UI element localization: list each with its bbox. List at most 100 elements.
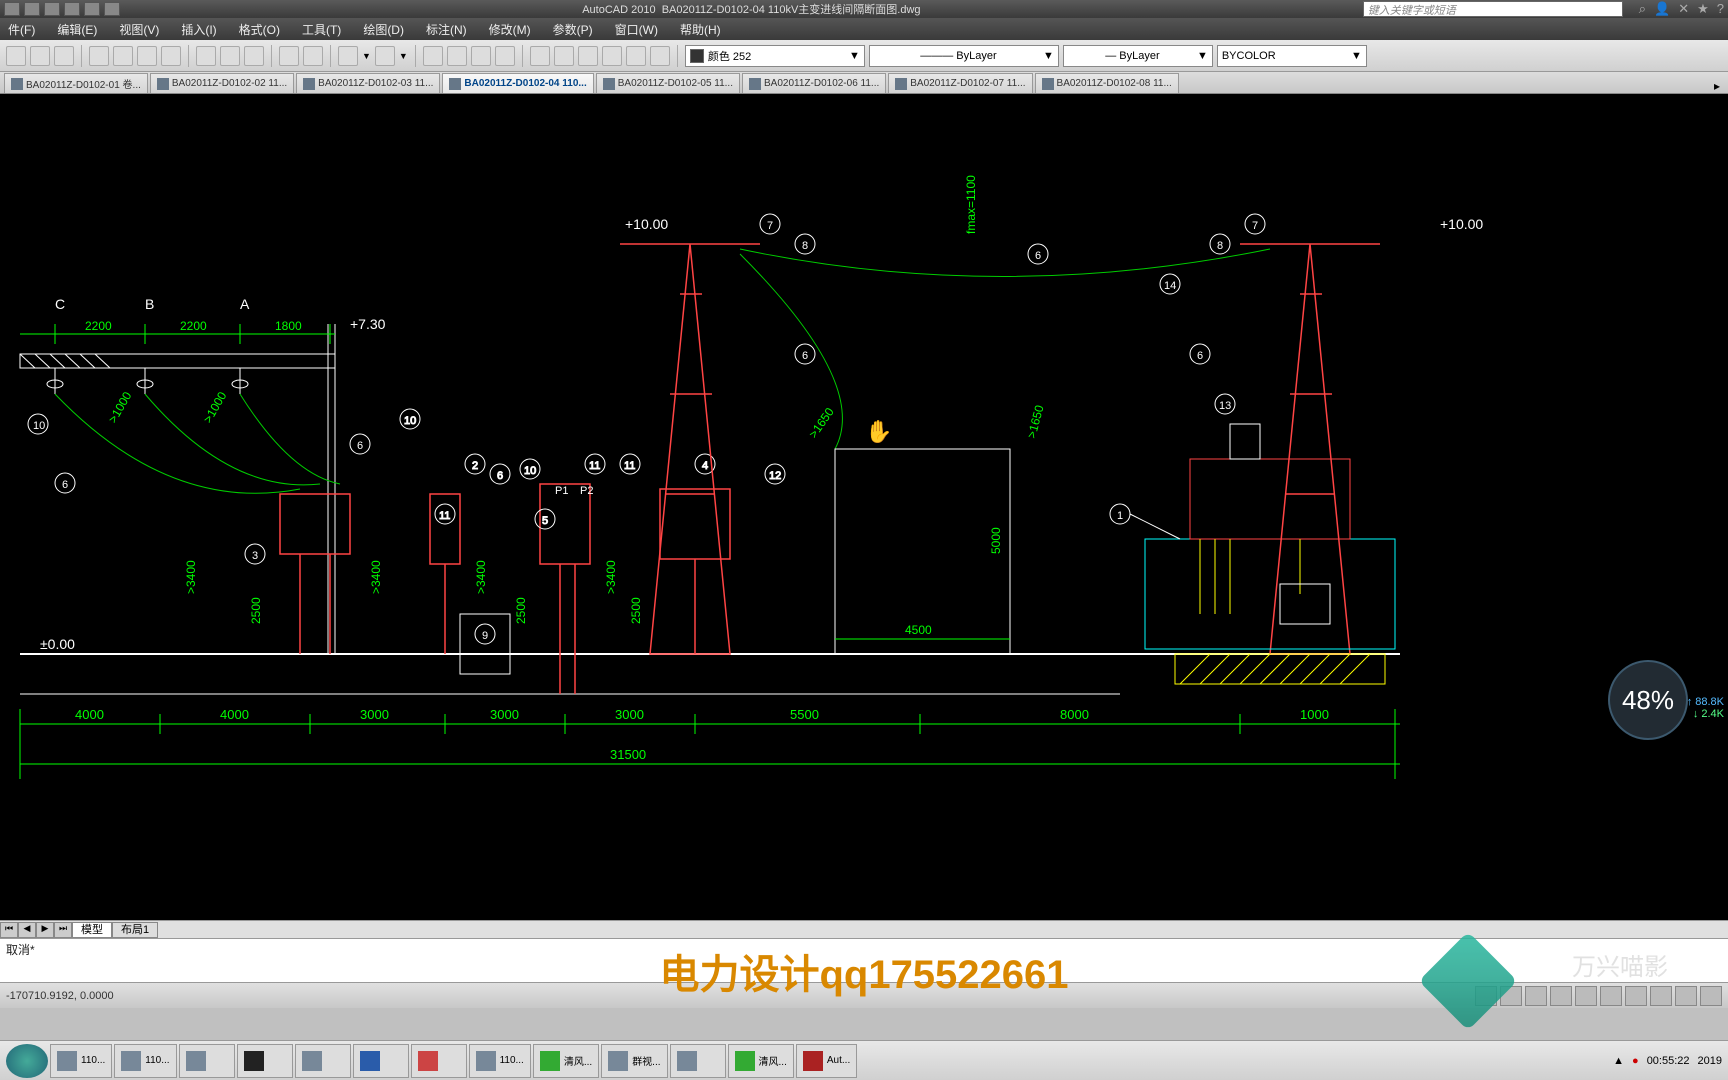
task-item[interactable]: 清风...	[728, 1044, 794, 1078]
task-item[interactable]: 清风...	[533, 1044, 599, 1078]
dyn-toggle[interactable]	[1650, 986, 1672, 1006]
publish-icon[interactable]	[137, 46, 157, 66]
doc-tab[interactable]: BA02011Z-D0102-01 卷...	[4, 73, 148, 93]
layout1-tab[interactable]: 布局1	[112, 922, 158, 938]
doc-tab[interactable]: BA02011Z-D0102-03 11...	[296, 73, 440, 93]
dwg-icon	[11, 78, 23, 90]
menu-draw[interactable]: 绘图(D)	[363, 21, 404, 38]
first-tab-icon[interactable]: ⏮	[0, 922, 18, 938]
plotstyle-dropdown[interactable]: BYCOLOR▼	[1217, 45, 1367, 67]
pan-icon[interactable]	[423, 46, 443, 66]
task-item[interactable]: 110...	[114, 1044, 176, 1078]
open-icon[interactable]	[24, 2, 40, 16]
title-bar: AutoCAD 2010 BA02011Z-D0102-04 110kV主变进线…	[0, 0, 1728, 18]
last-tab-icon[interactable]: ⏭	[54, 922, 72, 938]
menu-tools[interactable]: 工具(T)	[302, 21, 341, 38]
tabs-overflow-icon[interactable]: ▸	[1710, 79, 1724, 93]
task-item[interactable]	[295, 1044, 351, 1078]
search-icon[interactable]: ⌕	[1639, 1, 1646, 17]
exchange-icon[interactable]: ✕	[1678, 1, 1689, 17]
undo-icon[interactable]	[64, 2, 80, 16]
menu-format[interactable]: 格式(O)	[239, 21, 280, 38]
calc-icon[interactable]	[650, 46, 670, 66]
start-button[interactable]	[6, 1044, 48, 1078]
menu-view[interactable]: 视图(V)	[119, 21, 159, 38]
polar-toggle[interactable]	[1550, 986, 1572, 1006]
drawing-canvas[interactable]: ±0.00 +7.30 C B A 2200 2200 1800 10 6 3 …	[0, 94, 1728, 920]
new-doc-icon[interactable]	[6, 46, 26, 66]
task-item[interactable]	[237, 1044, 293, 1078]
doc-tab[interactable]: BA02011Z-D0102-06 11...	[742, 73, 886, 93]
tpalette-icon[interactable]	[578, 46, 598, 66]
task-item[interactable]: 110...	[469, 1044, 531, 1078]
linetype-dropdown[interactable]: ——— ByLayer▼	[869, 45, 1059, 67]
task-item[interactable]: 110...	[50, 1044, 112, 1078]
sheet-icon[interactable]	[602, 46, 622, 66]
doc-tab[interactable]: BA02011Z-D0102-02 11...	[150, 73, 294, 93]
menu-edit[interactable]: 编辑(E)	[57, 21, 97, 38]
menu-dimension[interactable]: 标注(N)	[426, 21, 467, 38]
task-item[interactable]	[179, 1044, 235, 1078]
new-icon[interactable]	[4, 2, 20, 16]
paste-icon[interactable]	[244, 46, 264, 66]
osnap-toggle[interactable]	[1575, 986, 1597, 1006]
menu-modify[interactable]: 修改(M)	[489, 21, 531, 38]
svg-text:>1650: >1650	[806, 405, 837, 441]
menu-window[interactable]: 窗口(W)	[615, 21, 658, 38]
cut-icon[interactable]	[196, 46, 216, 66]
3d-icon[interactable]	[161, 46, 181, 66]
undo-btn[interactable]	[338, 46, 358, 66]
favorite-icon[interactable]: ★	[1697, 1, 1709, 17]
svg-text:2500: 2500	[514, 597, 528, 624]
dcenter-icon[interactable]	[554, 46, 574, 66]
match-icon[interactable]	[279, 46, 299, 66]
ducs-toggle[interactable]	[1625, 986, 1647, 1006]
zoom-prev-icon[interactable]	[495, 46, 515, 66]
props-icon[interactable]	[530, 46, 550, 66]
redo-icon[interactable]	[84, 2, 100, 16]
otrack-toggle[interactable]	[1600, 986, 1622, 1006]
open-doc-icon[interactable]	[30, 46, 50, 66]
svg-text:5000: 5000	[989, 527, 1003, 554]
task-item[interactable]: 群视...	[601, 1044, 667, 1078]
doc-tab[interactable]: BA02011Z-D0102-07 11...	[888, 73, 1032, 93]
ortho-toggle[interactable]	[1525, 986, 1547, 1006]
copy-icon[interactable]	[220, 46, 240, 66]
doc-tab[interactable]: BA02011Z-D0102-08 11...	[1035, 73, 1179, 93]
document-tabs: BA02011Z-D0102-01 卷... BA02011Z-D0102-02…	[0, 72, 1728, 94]
menu-param[interactable]: 参数(P)	[553, 21, 593, 38]
save-icon[interactable]	[44, 2, 60, 16]
block-icon[interactable]	[303, 46, 323, 66]
doc-tab-active[interactable]: BA02011Z-D0102-04 110...	[442, 73, 593, 93]
lineweight-dropdown[interactable]: — ByLayer▼	[1063, 45, 1213, 67]
system-tray[interactable]: ▲ ● 00:55:22 2019	[1613, 1055, 1722, 1067]
task-item[interactable]	[353, 1044, 409, 1078]
next-tab-icon[interactable]: ▶	[36, 922, 54, 938]
menu-file[interactable]: 件(F)	[8, 21, 35, 38]
task-item[interactable]	[670, 1044, 726, 1078]
sign-in-icon[interactable]: 👤	[1654, 1, 1670, 17]
markup-icon[interactable]	[626, 46, 646, 66]
task-item[interactable]	[411, 1044, 467, 1078]
redo-btn[interactable]	[375, 46, 395, 66]
preview-icon[interactable]	[113, 46, 133, 66]
doc-tab[interactable]: BA02011Z-D0102-05 11...	[596, 73, 740, 93]
print-icon[interactable]	[104, 2, 120, 16]
prev-tab-icon[interactable]: ◀	[18, 922, 36, 938]
menu-help[interactable]: 帮助(H)	[680, 21, 721, 38]
lwt-toggle[interactable]	[1675, 986, 1697, 1006]
save-doc-icon[interactable]	[54, 46, 74, 66]
chevron-down-icon[interactable]: ▼	[362, 51, 371, 61]
help-icon[interactable]: ?	[1717, 1, 1724, 17]
color-dropdown[interactable]: 颜色 252▼	[685, 45, 865, 67]
zoom-rt-icon[interactable]	[447, 46, 467, 66]
chevron-down-icon[interactable]: ▼	[399, 51, 408, 61]
model-tab[interactable]: 模型	[72, 922, 112, 938]
search-input[interactable]: 键入关键字或短语	[1363, 1, 1623, 17]
tray-icon[interactable]: ▲	[1613, 1055, 1624, 1067]
menu-insert[interactable]: 插入(I)	[181, 21, 216, 38]
qp-toggle[interactable]	[1700, 986, 1722, 1006]
plot-icon[interactable]	[89, 46, 109, 66]
zoom-win-icon[interactable]	[471, 46, 491, 66]
task-item[interactable]: Aut...	[796, 1044, 857, 1078]
